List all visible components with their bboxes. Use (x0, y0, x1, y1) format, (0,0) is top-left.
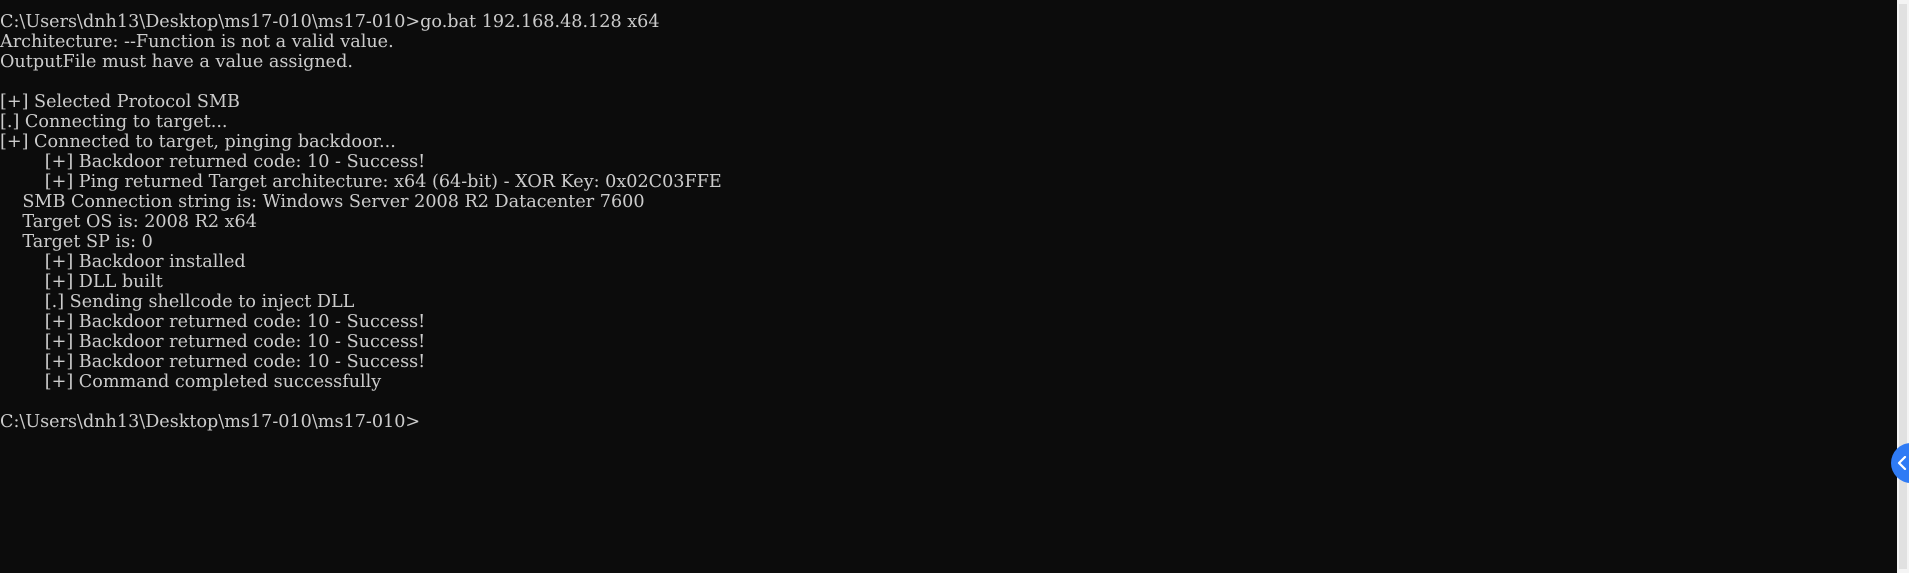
side-panel-toggle[interactable] (1891, 443, 1909, 483)
scrollbar-thumb[interactable] (1899, 4, 1907, 569)
console-line: [.] Connecting to target... (0, 112, 228, 132)
console-line: Architecture: --Function is not a valid … (0, 32, 394, 52)
console-line: [+] Backdoor returned code: 10 - Success… (0, 352, 426, 372)
console-line: [.] Sending shellcode to inject DLL (0, 292, 355, 312)
console-line: SMB Connection string is: Windows Server… (0, 192, 645, 212)
console-line: OutputFile must have a value assigned. (0, 52, 353, 72)
console-output[interactable]: C:\Users\dnh13\Desktop\ms17-010\ms17-010… (0, 12, 1890, 567)
console-line: [+] Selected Protocol SMB (0, 92, 240, 112)
vertical-scrollbar[interactable] (1897, 0, 1909, 573)
chevron-left-icon (1897, 456, 1907, 470)
console-line: C:\Users\dnh13\Desktop\ms17-010\ms17-010… (0, 12, 660, 32)
console-line: Target SP is: 0 (0, 232, 153, 252)
console-line: [+] Backdoor returned code: 10 - Success… (0, 332, 426, 352)
console-line: [+] Backdoor returned code: 10 - Success… (0, 152, 426, 172)
console-line: [+] Ping returned Target architecture: x… (0, 172, 722, 192)
console-line: [+] Connected to target, pinging backdoo… (0, 132, 396, 152)
console-line: [+] Backdoor installed (0, 252, 246, 272)
console-line: Target OS is: 2008 R2 x64 (0, 212, 257, 232)
command-prompt[interactable]: C:\Users\dnh13\Desktop\ms17-010\ms17-010… (0, 412, 1890, 432)
console-line: [+] DLL built (0, 272, 163, 292)
console-line: [+] Backdoor returned code: 10 - Success… (0, 312, 426, 332)
console-line: [+] Command completed successfully (0, 372, 382, 392)
